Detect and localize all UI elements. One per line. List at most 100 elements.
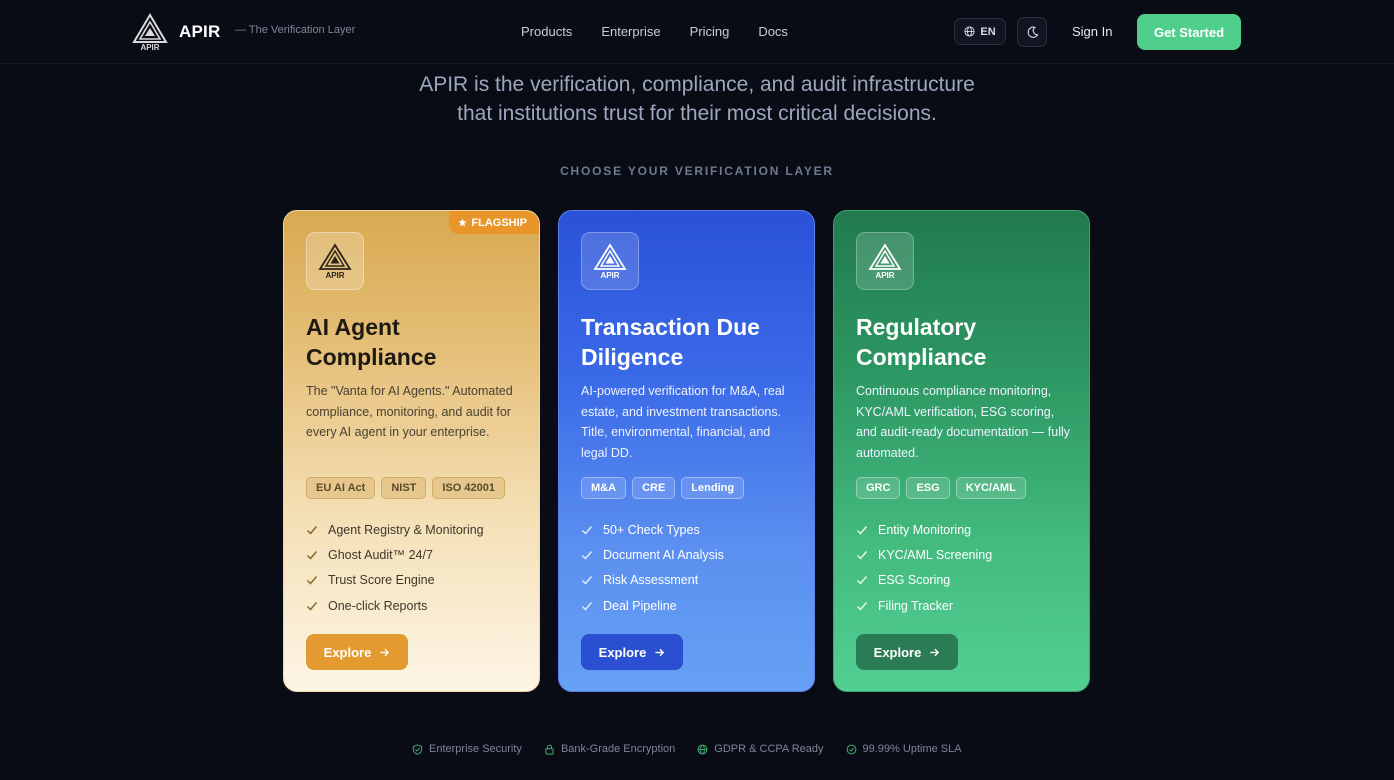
check-icon [856,601,868,611]
feature-item: Entity Monitoring [856,517,992,542]
card-title-line-1: Regulatory [856,314,977,340]
trust-item-gdpr: GDPR & CCPA Ready [697,743,824,755]
card-title-line-1: Transaction Due [581,314,760,340]
apir-logo-icon: APIR [856,232,914,290]
check-icon [306,525,318,535]
sign-in-link[interactable]: Sign In [1072,24,1112,39]
feature-label: Filing Tracker [878,598,954,613]
get-started-button[interactable]: Get Started [1137,14,1241,50]
explore-label: Explore [873,644,922,660]
check-icon [306,550,318,560]
check-icon [306,576,318,585]
card-description: Continuous compliance monitoring, KYC/AM… [856,384,1071,460]
hero-line-1: APIR is the verification, compliance, an… [419,73,975,96]
feature-list: 50+ Check Types Document AI Analysis Ris… [581,517,724,618]
check-icon [581,576,593,585]
nav-link-products[interactable]: Products [521,24,572,39]
check-icon [856,550,868,560]
arrow-right-icon [380,648,390,656]
trust-label: 99.99% Uptime SLA [862,743,962,755]
feature-label: Risk Assessment [603,573,699,588]
logo-mark-text: APIR [600,271,619,280]
logo-mark-text: APIR [140,43,159,51]
feature-label: Document AI Analysis [603,547,724,562]
arrow-right-icon [930,648,940,656]
card-title: Transaction Due Diligence [581,312,801,372]
card-title: Regulatory Compliance [856,312,1076,372]
feature-item: Trust Score Engine [306,568,484,593]
feature-label: Deal Pipeline [603,598,677,613]
card-title-line-2: Compliance [306,344,437,370]
check-icon [306,601,318,611]
check-icon [856,525,868,535]
lock-icon [545,744,554,755]
tag: NIST [381,477,427,499]
explore-label: Explore [598,644,647,660]
card-tags: M&A CRE Lending [581,477,745,499]
card-tags: EU AI Act NIST ISO 42001 [306,477,505,499]
trust-badges: Enterprise Security Bank-Grade Encryptio… [412,743,962,755]
star-icon [458,218,468,227]
feature-label: Agent Registry & Monitoring [328,522,484,537]
feature-label: 50+ Check Types [603,522,700,537]
moon-icon [1027,26,1039,38]
hero-subtitle: APIR is the verification, compliance, an… [0,70,1394,128]
card-ai-agent-compliance[interactable]: FLAGSHIP APIR AI Agent Compliance The "V… [283,210,540,692]
trust-label: Enterprise Security [429,743,522,755]
feature-label: ESG Scoring [878,573,951,588]
tag: M&A [581,477,627,499]
language-selector[interactable]: EN [954,18,1006,45]
section-label: CHOOSE YOUR VERIFICATION LAYER [560,164,834,178]
feature-list: Agent Registry & Monitoring Ghost Audit™… [306,517,484,618]
nav-link-enterprise[interactable]: Enterprise [601,24,660,39]
feature-item: ESG Scoring [856,568,992,593]
feature-item: Risk Assessment [581,568,724,593]
card-title-line-2: Compliance [856,344,987,370]
feature-list: Entity Monitoring KYC/AML Screening ESG … [856,517,992,618]
feature-item: One-click Reports [306,593,484,618]
logo-mark-text: APIR [325,271,344,280]
card-title-line-2: Diligence [581,344,684,370]
theme-toggle-button[interactable] [1017,17,1047,47]
apir-logo-icon: APIR [581,232,639,290]
logo-mark-text: APIR [875,271,894,280]
nav-link-docs[interactable]: Docs [758,24,788,39]
brand-name[interactable]: APIR [179,22,220,42]
feature-item: Deal Pipeline [581,593,724,618]
check-icon [856,576,868,585]
trust-label: Bank-Grade Encryption [560,743,676,755]
tag: EU AI Act [306,477,376,499]
hero-line-2: that institutions trust for their most c… [457,102,937,125]
card-title-line-1: AI Agent [306,314,400,340]
explore-button[interactable]: Explore [581,634,683,670]
arrow-right-icon [655,648,665,656]
feature-item: Ghost Audit™ 24/7 [306,542,484,567]
flagship-label: FLAGSHIP [471,216,527,229]
card-regulatory-compliance[interactable]: APIR Regulatory Compliance Continuous co… [833,210,1090,692]
feature-label: Ghost Audit™ 24/7 [328,547,433,562]
nav-link-pricing[interactable]: Pricing [690,24,730,39]
explore-label: Explore [323,644,372,660]
trust-label: GDPR & CCPA Ready [714,743,824,755]
feature-label: Trust Score Engine [328,573,435,588]
brand-tagline: — The Verification Layer [235,24,356,36]
tag: GRC [856,477,901,499]
card-transaction-due-diligence[interactable]: APIR Transaction Due Diligence AI-powere… [558,210,815,692]
apir-logo-icon[interactable]: APIR [132,13,168,51]
globe-icon [697,744,708,754]
feature-label: One-click Reports [328,598,428,613]
nav-links: Products Enterprise Pricing Docs [521,24,788,39]
language-label: EN [980,25,996,38]
tag: KYC/AML [955,477,1026,499]
explore-button[interactable]: Explore [306,634,408,670]
feature-item: 50+ Check Types [581,517,724,542]
tag: ESG [906,477,950,499]
explore-button[interactable]: Explore [856,634,958,670]
feature-item: Agent Registry & Monitoring [306,517,484,542]
tag: Lending [681,477,745,499]
card-tags: GRC ESG KYC/AML [856,477,1026,499]
tag: CRE [632,477,676,499]
feature-item: KYC/AML Screening [856,542,992,567]
card-description: The "Vanta for AI Agents." Automated com… [306,384,513,439]
feature-item: Filing Tracker [856,593,992,618]
